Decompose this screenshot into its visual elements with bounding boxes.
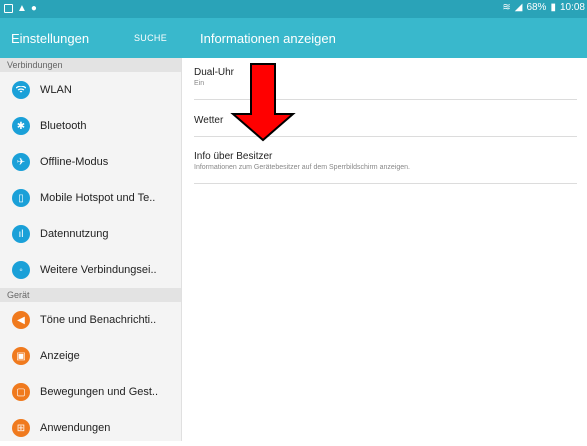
sidebar-item-data-usage[interactable]: ıl Datennutzung: [0, 216, 181, 252]
sidebar-item-motions[interactable]: ▢ Bewegungen und Gest..: [0, 374, 181, 410]
clock: 10:08: [559, 2, 585, 13]
page-title: Informationen anzeigen: [200, 31, 336, 46]
gallery-icon: [4, 4, 13, 13]
status-right: ≋ ◢ 68% ▮ 10:08: [502, 2, 585, 13]
settings-title: Einstellungen: [11, 31, 90, 46]
wifi-status-icon: ≋: [502, 2, 511, 13]
notification-icon: ▲: [17, 3, 27, 14]
sidebar-item-wlan[interactable]: WLAN: [0, 72, 181, 108]
sidebar-item-label: Datennutzung: [40, 228, 109, 240]
settings-sidebar: Verbindungen WLAN ✱ Bluetooth ✈ Offline-…: [0, 58, 182, 441]
bluetooth-icon: ✱: [12, 117, 30, 135]
sync-icon: ●: [30, 3, 37, 14]
sidebar-item-label: Bluetooth: [40, 120, 87, 132]
data-usage-icon: ıl: [12, 225, 30, 243]
sidebar-item-label: Anwendungen: [40, 422, 111, 434]
apps-icon: ⊞: [12, 419, 30, 437]
sidebar-item-label: Weitere Verbindungsei..: [40, 264, 157, 276]
battery-level: 68%: [526, 2, 547, 13]
sidebar-item-hotspot[interactable]: ▯ Mobile Hotspot und Te..: [0, 180, 181, 216]
section-header-connections: Verbindungen: [0, 58, 181, 72]
hotspot-icon: ▯: [12, 189, 30, 207]
red-arrow-annotation: [230, 63, 296, 142]
sidebar-item-bluetooth[interactable]: ✱ Bluetooth: [0, 108, 181, 144]
status-left-icons: ▲ ●: [4, 3, 37, 14]
search-button[interactable]: SUCHE: [134, 33, 167, 43]
sidebar-item-offline-mode[interactable]: ✈ Offline-Modus: [0, 144, 181, 180]
display-icon: ▣: [12, 347, 30, 365]
more-connections-icon: ◦: [12, 261, 30, 279]
sidebar-item-label: Mobile Hotspot und Te..: [40, 192, 156, 204]
app-bar: Einstellungen SUCHE Informationen anzeig…: [0, 18, 587, 58]
list-item-owner-info[interactable]: Info über Besitzer Informationen zum Ger…: [194, 137, 577, 184]
sidebar-item-more-connections[interactable]: ◦ Weitere Verbindungsei..: [0, 252, 181, 288]
list-item-title: Info über Besitzer: [194, 151, 273, 162]
sidebar-item-label: Offline-Modus: [40, 156, 109, 168]
motion-icon: ▢: [12, 383, 30, 401]
sidebar-item-label: Bewegungen und Gest..: [40, 386, 159, 398]
sidebar-item-label: Anzeige: [40, 350, 80, 362]
sound-icon: ◀: [12, 311, 30, 329]
signal-icon: ◢: [514, 2, 523, 13]
wifi-icon: [12, 81, 30, 99]
battery-icon: ▮: [550, 2, 556, 13]
sidebar-item-label: Töne und Benachrichti..: [40, 314, 157, 326]
section-header-device: Gerät: [0, 288, 181, 302]
sidebar-item-display[interactable]: ▣ Anzeige: [0, 338, 181, 374]
list-item-subtitle: Informationen zum Gerätebesitzer auf dem…: [194, 164, 410, 171]
airplane-icon: ✈: [12, 153, 30, 171]
sidebar-item-label: WLAN: [40, 84, 72, 96]
status-bar: ▲ ● ≋ ◢ 68% ▮ 10:08: [0, 0, 587, 18]
sidebar-item-sounds[interactable]: ◀ Töne und Benachrichti..: [0, 302, 181, 338]
